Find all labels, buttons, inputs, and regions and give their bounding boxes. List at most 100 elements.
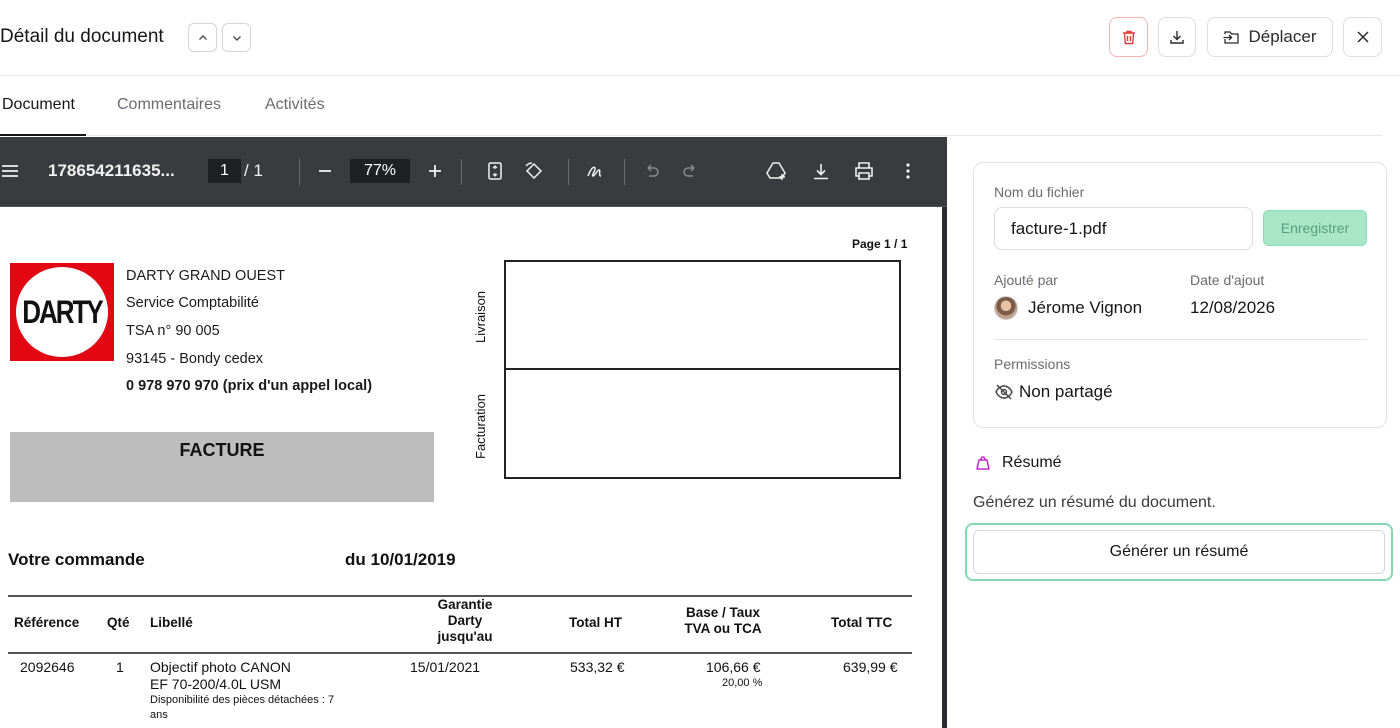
pdf-download-button[interactable] [811, 159, 831, 183]
pdf-page: Page 1 / 1 DARTY DARTY GRAND OUEST Servi… [0, 207, 942, 728]
document-info-card: Nom du fichier facture-1.pdf Enregistrer… [973, 162, 1387, 428]
tab-activities[interactable]: Activités [265, 96, 325, 114]
pen-scribble-icon [587, 166, 602, 177]
download-icon [814, 163, 828, 179]
delivery-label: Livraison [473, 290, 488, 343]
zoom-level[interactable]: 77% [350, 159, 410, 183]
previous-document-button[interactable] [188, 23, 217, 52]
toolbar-separator [568, 159, 569, 185]
column-header-vat: Base / Taux TVA ou TCA [662, 605, 784, 637]
column-header-total-ttc: Total TTC [831, 615, 893, 630]
pdf-filename: 178654211635... [48, 161, 175, 180]
permissions-label: Permissions [994, 356, 1071, 372]
page-title: Détail du document [0, 26, 164, 47]
cell-warranty: 15/01/2021 [410, 659, 481, 675]
menu-button[interactable] [0, 159, 20, 183]
column-header-label: Libellé [150, 615, 193, 630]
generate-summary-button[interactable]: Générer un résumé [973, 530, 1385, 574]
page-number-input[interactable]: 1 [208, 159, 241, 183]
toolbar-separator [624, 159, 625, 185]
move-folder-icon [1223, 30, 1240, 44]
undo-button[interactable] [643, 159, 661, 183]
fit-page-icon [488, 162, 502, 180]
phone-line: 0 978 970 970 (prix d'un appel local) [126, 378, 373, 394]
download-icon [1170, 31, 1184, 44]
generate-summary-focus-ring: Générer un résumé [965, 523, 1393, 581]
menu-icon [2, 165, 18, 177]
header-bar: Détail du document Déplacer [0, 0, 1400, 76]
card-divider [994, 339, 1367, 340]
more-vertical-icon [906, 163, 910, 179]
column-header-total-ht: Total HT [569, 615, 622, 630]
close-button[interactable] [1343, 17, 1382, 57]
added-date-label: Date d'ajout [1190, 272, 1265, 288]
redo-button[interactable] [681, 159, 699, 183]
save-button[interactable]: Enregistrer [1263, 210, 1367, 246]
tabs-divider [86, 135, 1382, 136]
address-line: Service Comptabilité [126, 295, 259, 311]
facture-label: FACTURE [179, 440, 265, 460]
address-line: TSA n° 90 005 [126, 323, 220, 339]
order-date: du 10/01/2019 [345, 550, 456, 569]
download-button[interactable] [1158, 17, 1196, 57]
column-header-warranty-line: Garantie [437, 597, 493, 612]
permissions-value: Non partagé [1019, 382, 1113, 401]
page-total: / 1 [244, 161, 263, 180]
page-label: Page 1 / 1 [852, 237, 908, 251]
minus-icon [319, 170, 331, 172]
close-icon [1356, 31, 1369, 43]
zoom-out-button[interactable] [316, 159, 334, 183]
rotate-icon [525, 162, 543, 180]
cell-total-ttc: 639,99 € [843, 659, 898, 675]
next-document-button[interactable] [222, 23, 251, 52]
rotate-button[interactable] [522, 159, 546, 183]
order-title: Votre commande [8, 550, 145, 569]
cell-total-ht: 533,32 € [570, 659, 625, 675]
column-header-vat-line: TVA ou TCA [684, 621, 762, 636]
logo-text: DARTY [22, 292, 104, 331]
sparkle-bag-icon [976, 456, 990, 470]
billing-label: Facturation [473, 393, 488, 459]
drive-add-icon [766, 162, 786, 180]
redo-icon [683, 164, 695, 177]
column-header-warranty-line: Darty [447, 613, 483, 628]
toolbar-separator [299, 159, 300, 185]
logo-circle: DARTY [16, 267, 108, 357]
chevron-down-icon [232, 35, 241, 41]
column-header-vat-line: Base / Taux [685, 605, 761, 620]
printer-icon [855, 162, 873, 180]
print-button[interactable] [853, 159, 875, 183]
fit-page-button[interactable] [485, 159, 505, 183]
move-button[interactable]: Déplacer [1207, 17, 1333, 57]
pdf-viewer: 178654211635... 1 / 1 77% Page 1 / 1 DAR… [0, 137, 947, 728]
tab-comments[interactable]: Commentaires [117, 96, 221, 114]
facture-banner: FACTURE [10, 432, 434, 502]
address-line: DARTY GRAND OUEST [126, 268, 285, 284]
added-date-value: 12/08/2026 [1190, 298, 1276, 317]
add-to-drive-button[interactable] [765, 159, 789, 183]
cell-label-note: Disponibilité des pièces détachées : 7 [150, 694, 335, 706]
delivery-address-box [504, 260, 901, 370]
filename-input[interactable]: facture-1.pdf [994, 207, 1253, 250]
billing-address-box [504, 368, 901, 479]
zoom-in-button[interactable] [426, 159, 444, 183]
darty-logo: DARTY [10, 263, 114, 361]
draw-button[interactable] [585, 159, 607, 183]
column-header-warranty-line: jusqu'au [437, 629, 493, 644]
table-header-rule [8, 652, 912, 654]
tab-document[interactable]: Document [2, 96, 75, 114]
eye-off-icon [995, 384, 1013, 400]
more-options-button[interactable] [900, 159, 916, 183]
plus-icon [429, 165, 441, 177]
cell-label-model: EF 70-200/4.0L USM [150, 676, 281, 692]
delete-button[interactable] [1109, 17, 1148, 57]
filename-label: Nom du fichier [994, 184, 1085, 200]
toolbar-separator [461, 159, 462, 185]
added-by-label: Ajouté par [994, 272, 1058, 288]
cell-label-note: ans [150, 709, 168, 721]
move-button-label: Déplacer [1248, 27, 1317, 46]
cell-qty: 1 [116, 659, 124, 675]
added-by-value: Jérome Vignon [1028, 298, 1143, 317]
avatar [994, 296, 1018, 320]
cell-label: Objectif photo CANON [150, 659, 291, 675]
